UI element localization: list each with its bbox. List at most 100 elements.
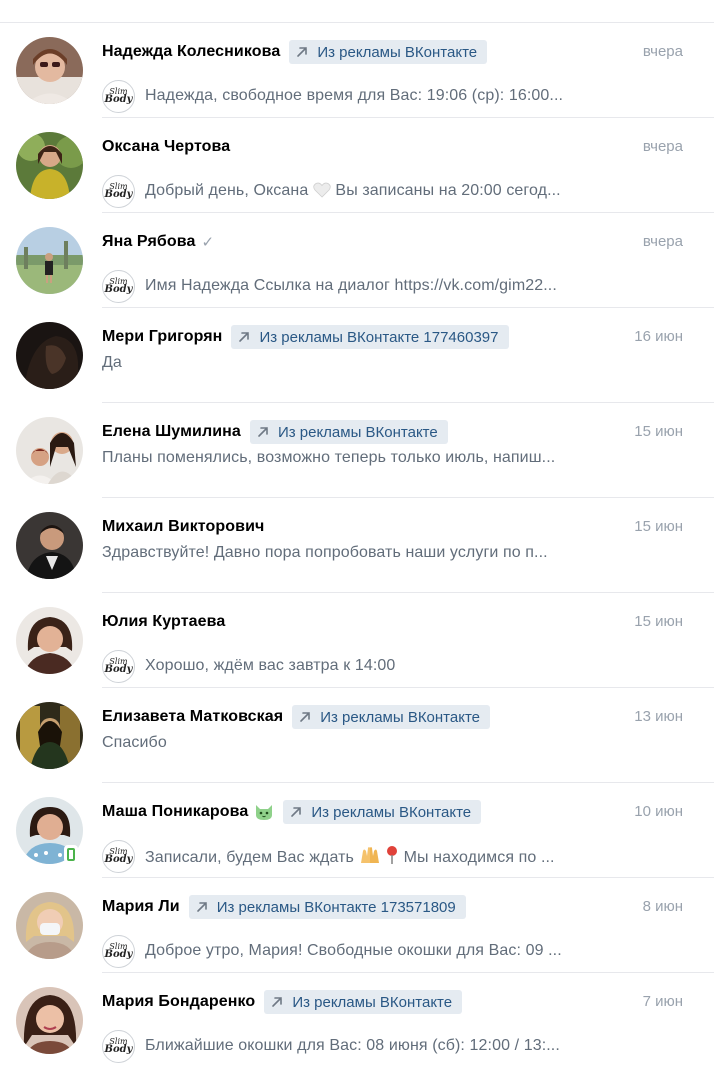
dialog-date: 15 июн <box>634 613 683 630</box>
contact-name[interactable]: Елизавета Матковская <box>102 708 283 726</box>
dialog-row[interactable]: Маша Поникарова Из рекламы ВКонтакте 10 … <box>0 783 714 878</box>
dialog-header: Юлия Куртаева <box>102 609 684 635</box>
last-message: Slim Body Надежда, свободное время для Ва… <box>102 79 614 113</box>
message-preview: Ближайшие окошки для Вас: 08 июня (сб): … <box>145 1037 560 1054</box>
dialog-header: Яна Рябова ✓ <box>102 229 684 255</box>
contact-name[interactable]: Мери Григорян <box>102 328 222 346</box>
arrow-up-right-icon <box>258 427 268 437</box>
top-divider <box>0 0 714 23</box>
cat-face-icon <box>256 805 273 820</box>
arrow-up-right-icon <box>196 902 207 912</box>
ad-source-label: Из рекламы ВКонтакте <box>277 423 438 441</box>
avatar[interactable] <box>16 417 83 484</box>
dialog-row[interactable]: Юлия Куртаева 15 июн Slim Body Хорошо, жд… <box>0 593 714 688</box>
last-message: Slim Body Доброе утро, Мария! Свободные о… <box>102 934 614 968</box>
dialog-header: Надежда Колесникова Из рекламы ВКонтакте <box>102 39 684 65</box>
dialog-row[interactable]: Елена Шумилина Из рекламы ВКонтакте 15 и… <box>0 403 714 498</box>
avatar[interactable] <box>16 702 83 769</box>
community-avatar: Slim Body <box>102 1029 135 1063</box>
dialog-date: 15 июн <box>634 518 683 535</box>
last-message: Slim Body Записали, будем Вас ждать Мы на… <box>102 839 614 873</box>
dialog-row[interactable]: Елизавета Матковская Из рекламы ВКонтакт… <box>0 688 714 783</box>
dialog-row[interactable]: Яна Рябова ✓ вчера Slim Body Имя Надежда … <box>0 213 714 308</box>
message-preview: Спасибо <box>102 734 167 751</box>
community-avatar: Slim Body <box>102 79 135 113</box>
message-preview: Хорошо, ждём вас завтра к 14:00 <box>145 657 396 674</box>
last-message: Slim Body Хорошо, ждём вас завтра к 14:00 <box>102 649 614 683</box>
dialog-header: Оксана Чертова <box>102 134 684 160</box>
dialog-row[interactable]: Мария Бондаренко Из рекламы ВКонтакте 7 … <box>0 973 714 1068</box>
contact-name[interactable]: Оксана Чертова <box>102 138 230 156</box>
arrow-up-right-icon <box>239 332 250 342</box>
avatar[interactable] <box>16 512 83 579</box>
last-message: Slim Body Ближайшие окошки для Вас: 08 ию… <box>102 1029 614 1063</box>
contact-name[interactable]: Юлия Куртаева <box>102 613 225 631</box>
white-heart-icon <box>313 182 331 198</box>
message-preview: Да <box>102 354 122 371</box>
ad-source-label: Из рекламы ВКонтакте <box>311 803 472 821</box>
dialog-header: Мария Бондаренко Из рекламы ВКонтакте <box>102 989 684 1015</box>
arrow-up-right-icon <box>300 712 311 722</box>
avatar[interactable] <box>16 892 83 959</box>
community-avatar: Slim Body <box>102 269 135 303</box>
last-message: Slim Body Добрый день, Оксана Вы записаны… <box>102 174 614 208</box>
community-avatar: Slim Body <box>102 934 135 968</box>
dialog-date: вчера <box>642 233 683 250</box>
ad-source-label: Из рекламы ВКонтакте <box>317 43 478 61</box>
online-mobile-icon <box>64 845 78 863</box>
ad-source-label: Из рекламы ВКонтакте 177460397 <box>259 328 499 346</box>
arrow-up-right-icon <box>291 807 302 817</box>
checkmark-icon: ✓ <box>201 234 215 251</box>
contact-name[interactable]: Михаил Викторович <box>102 518 264 536</box>
dialog-date: 8 июн <box>642 898 683 915</box>
last-message: Планы поменялись, возможно теперь только… <box>102 441 614 475</box>
arrow-up-right-icon <box>272 997 283 1007</box>
contact-name[interactable]: Маша Поникарова <box>102 803 248 821</box>
avatar[interactable] <box>16 37 83 104</box>
contact-name[interactable]: Яна Рябова <box>102 233 195 251</box>
message-preview: Планы поменялись, возможно теперь только… <box>102 449 556 466</box>
dialog-date: 10 июн <box>634 803 683 820</box>
dialog-date: вчера <box>642 43 683 60</box>
ad-source-tag[interactable]: Из рекламы ВКонтакте <box>289 40 488 64</box>
message-preview: Имя Надежда Ссылка на диалог https://vk.… <box>145 277 557 294</box>
dialog-date: 15 июн <box>634 423 683 440</box>
avatar[interactable] <box>16 987 83 1054</box>
ad-source-tag[interactable]: Из рекламы ВКонтакте 173571809 <box>188 895 466 919</box>
arrow-up-right-icon <box>297 47 308 57</box>
dialog-date: 13 июн <box>634 708 683 725</box>
dialog-list: Надежда Колесникова Из рекламы ВКонтакте… <box>0 23 714 1068</box>
dialog-date: 7 июн <box>642 993 683 1010</box>
ad-source-tag[interactable]: Из рекламы ВКонтакте <box>264 990 463 1014</box>
dialog-row[interactable]: Мария Ли Из рекламы ВКонтакте 173571809 … <box>0 878 714 973</box>
dialog-row[interactable]: Оксана Чертова вчера Slim Body Добрый ден… <box>0 118 714 213</box>
dialog-date: вчера <box>642 138 683 155</box>
last-message: Спасибо <box>102 726 614 760</box>
ad-source-label: Из рекламы ВКонтакте 173571809 <box>216 898 456 916</box>
avatar[interactable] <box>16 132 83 199</box>
contact-name[interactable]: Мария Бондаренко <box>102 993 255 1011</box>
last-message: Здравствуйте! Давно пора попробовать наш… <box>102 536 614 570</box>
avatar[interactable] <box>16 607 83 674</box>
community-avatar: Slim Body <box>102 649 135 683</box>
raised-hands-icon <box>360 847 379 863</box>
avatar[interactable] <box>16 322 83 389</box>
community-avatar: Slim Body <box>102 174 135 208</box>
dialog-row[interactable]: Мери Григорян Из рекламы ВКонтакте 17746… <box>0 308 714 403</box>
avatar[interactable] <box>16 227 83 294</box>
last-message: Slim Body Имя Надежда Ссылка на диалог ht… <box>102 269 614 303</box>
last-message: Да <box>102 346 614 380</box>
message-preview: Доброе утро, Мария! Свободные окошки для… <box>145 942 562 959</box>
contact-name[interactable]: Мария Ли <box>102 898 180 916</box>
dialog-row[interactable]: Надежда Колесникова Из рекламы ВКонтакте… <box>0 23 714 118</box>
contact-name[interactable]: Елена Шумилина <box>102 423 241 441</box>
contact-name[interactable]: Надежда Колесникова <box>102 43 280 61</box>
ad-source-tag[interactable]: Из рекламы ВКонтакте <box>283 800 482 824</box>
dialog-header: Маша Поникарова Из рекламы ВКонтакте <box>102 799 684 825</box>
dialog-header: Мария Ли Из рекламы ВКонтакте 173571809 <box>102 894 684 920</box>
community-avatar: Slim Body <box>102 839 135 873</box>
message-preview: Здравствуйте! Давно пора попробовать наш… <box>102 544 548 561</box>
ad-source-label: Из рекламы ВКонтакте <box>320 708 481 726</box>
ad-source-label: Из рекламы ВКонтакте <box>292 993 453 1011</box>
dialog-row[interactable]: Михаил Викторович 15 июн Здравствуйте! Д… <box>0 498 714 593</box>
